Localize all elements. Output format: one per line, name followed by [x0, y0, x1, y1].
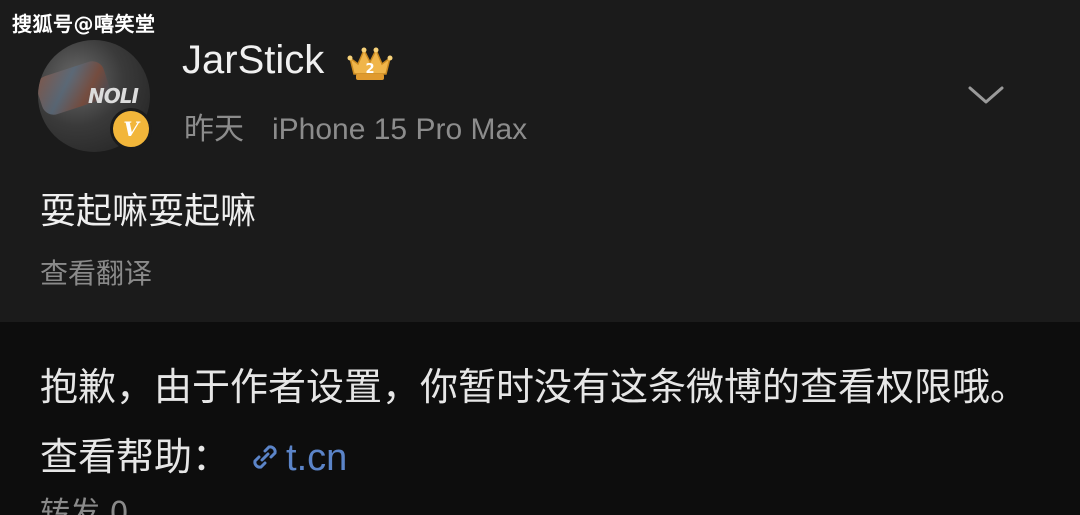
watermark: 搜狐号@嘻笑堂 — [12, 12, 156, 36]
post-card[interactable]: 搜狐号@嘻笑堂 NOLI V JarStick 2 昨天 iPhone 15 Pr… — [0, 0, 1080, 322]
help-link[interactable]: t.cn — [286, 437, 347, 479]
restricted-notice: 抱歉，由于作者设置，你暂时没有这条微博的查看权限哦。查看帮助： t.cn — [40, 352, 1040, 493]
avatar-logo-text: NOLI — [88, 84, 139, 108]
post-time: 昨天 — [184, 113, 244, 146]
repost-count[interactable]: 转发 0 — [40, 488, 129, 515]
post-device: iPhone 15 Pro Max — [272, 113, 528, 146]
notice-message: 抱歉，由于作者设置，你暂时没有这条微博的查看权限哦。查看帮助： — [40, 365, 1029, 479]
translate-link[interactable]: 查看翻译 — [40, 252, 152, 292]
crown-number: 2 — [365, 62, 374, 77]
chevron-down-icon[interactable] — [964, 80, 1008, 110]
link-icon — [253, 445, 277, 469]
verified-badge-icon: V — [110, 108, 152, 150]
post-meta: 昨天 iPhone 15 Pro Max — [184, 104, 527, 148]
username[interactable]: JarStick — [182, 38, 324, 83]
post-text: 耍起嘛耍起嘛 — [40, 191, 257, 232]
weibo-screen: 搜狐号@嘻笑堂 NOLI V JarStick 2 昨天 iPhone 15 Pr… — [0, 0, 1080, 515]
crown-badge-icon[interactable]: 2 — [344, 44, 396, 84]
